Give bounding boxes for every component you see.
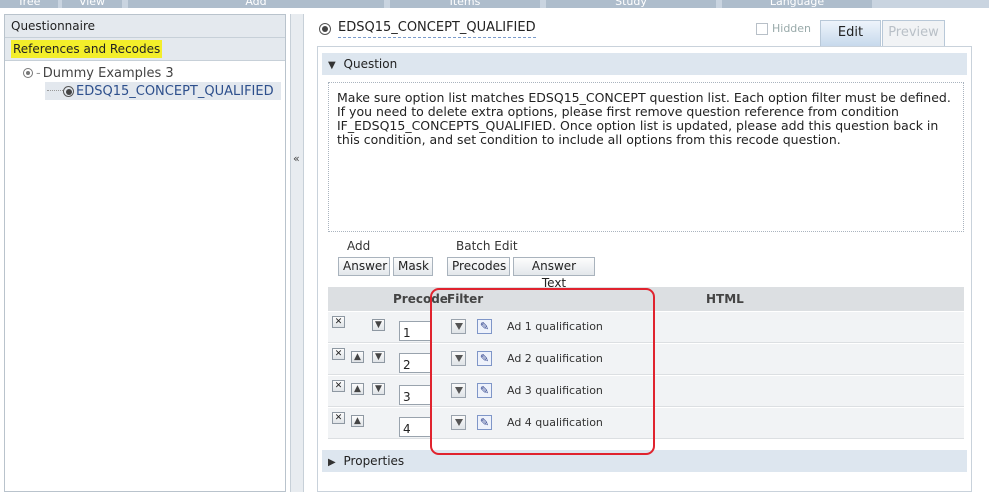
delete-row-icon[interactable]: ✕: [332, 348, 345, 360]
tree-node-selected[interactable]: EDSQ15_CONCEPT_QUALIFIED: [45, 82, 281, 100]
questionnaire-header[interactable]: Questionnaire: [5, 15, 285, 38]
tab-preview[interactable]: Preview: [882, 20, 945, 46]
menu-view[interactable]: View: [62, 0, 122, 8]
add-group-label: Add: [347, 239, 371, 253]
hidden-checkbox[interactable]: Hidden: [756, 22, 811, 35]
properties-section-label: Properties: [343, 454, 405, 468]
question-section-label: Question: [343, 57, 398, 71]
move-down-icon[interactable]: ▼: [372, 319, 385, 331]
annotation-highlight-box: [430, 288, 655, 455]
batch-edit-group-label: Batch Edit: [456, 239, 518, 253]
tree-connector: -: [36, 65, 41, 81]
move-up-icon[interactable]: ▲: [351, 415, 364, 427]
move-up-icon[interactable]: ▲: [351, 351, 364, 363]
questionnaire-panel: Questionnaire References and Recodes - D…: [4, 14, 286, 492]
collapse-left-icon[interactable]: «: [293, 152, 300, 165]
tree-node-selected-label: EDSQ15_CONCEPT_QUALIFIED: [76, 83, 274, 99]
menu-items[interactable]: Items: [390, 0, 540, 8]
delete-row-icon[interactable]: ✕: [332, 380, 345, 392]
tree-connector: [47, 90, 63, 91]
precode-input[interactable]: 1: [399, 321, 432, 341]
menu-tree[interactable]: Tree: [0, 0, 58, 8]
checkbox-box[interactable]: [756, 22, 768, 35]
hidden-checkbox-label: Hidden: [772, 22, 812, 35]
question-radio-icon: [63, 85, 74, 97]
menu-add[interactable]: Add: [128, 0, 384, 8]
move-down-icon[interactable]: ▼: [372, 351, 385, 363]
top-menu-bar: Tree View Add Items Study Language: [0, 0, 989, 8]
question-radio-icon: [319, 23, 331, 35]
editor-title: EDSQ15_CONCEPT_QUALIFIED: [319, 20, 536, 38]
questionnaire-tree: - Dummy Examples 3 EDSQ15_CONCEPT_QUALIF…: [5, 61, 285, 100]
delete-row-icon[interactable]: ✕: [332, 316, 345, 328]
questionnaire-header-label: Questionnaire: [11, 19, 96, 33]
add-mask-button[interactable]: Mask: [393, 257, 433, 276]
panel-splitter[interactable]: «: [290, 14, 304, 492]
node-icon: [23, 68, 33, 78]
precode-input[interactable]: 4: [399, 417, 432, 437]
move-up-icon[interactable]: ▲: [351, 383, 364, 395]
references-header[interactable]: References and Recodes: [5, 38, 285, 61]
batch-answer-text-button[interactable]: Answer Text: [513, 257, 595, 290]
collapsed-triangle-icon: ▶: [328, 457, 336, 468]
question-name[interactable]: EDSQ15_CONCEPT_QUALIFIED: [338, 20, 536, 38]
question-section-header[interactable]: ▼ Question: [322, 53, 967, 75]
question-text-area[interactable]: Make sure option list matches EDSQ15_CON…: [328, 82, 964, 232]
tree-node-root-label: Dummy Examples 3: [42, 65, 174, 81]
add-answer-button[interactable]: Answer: [338, 257, 390, 276]
tab-edit[interactable]: Edit: [820, 20, 881, 46]
references-header-label: References and Recodes: [11, 40, 163, 58]
expanded-triangle-icon: ▼: [328, 60, 336, 71]
tree-node-root[interactable]: - Dummy Examples 3: [5, 64, 285, 82]
batch-precodes-button[interactable]: Precodes: [447, 257, 510, 276]
precode-input[interactable]: 2: [399, 353, 432, 373]
move-down-icon[interactable]: ▼: [372, 383, 385, 395]
precode-input[interactable]: 3: [399, 385, 432, 405]
menu-language[interactable]: Language: [722, 0, 872, 8]
delete-row-icon[interactable]: ✕: [332, 412, 345, 424]
menu-study[interactable]: Study: [546, 0, 716, 8]
html-column-header: HTML: [706, 292, 744, 306]
